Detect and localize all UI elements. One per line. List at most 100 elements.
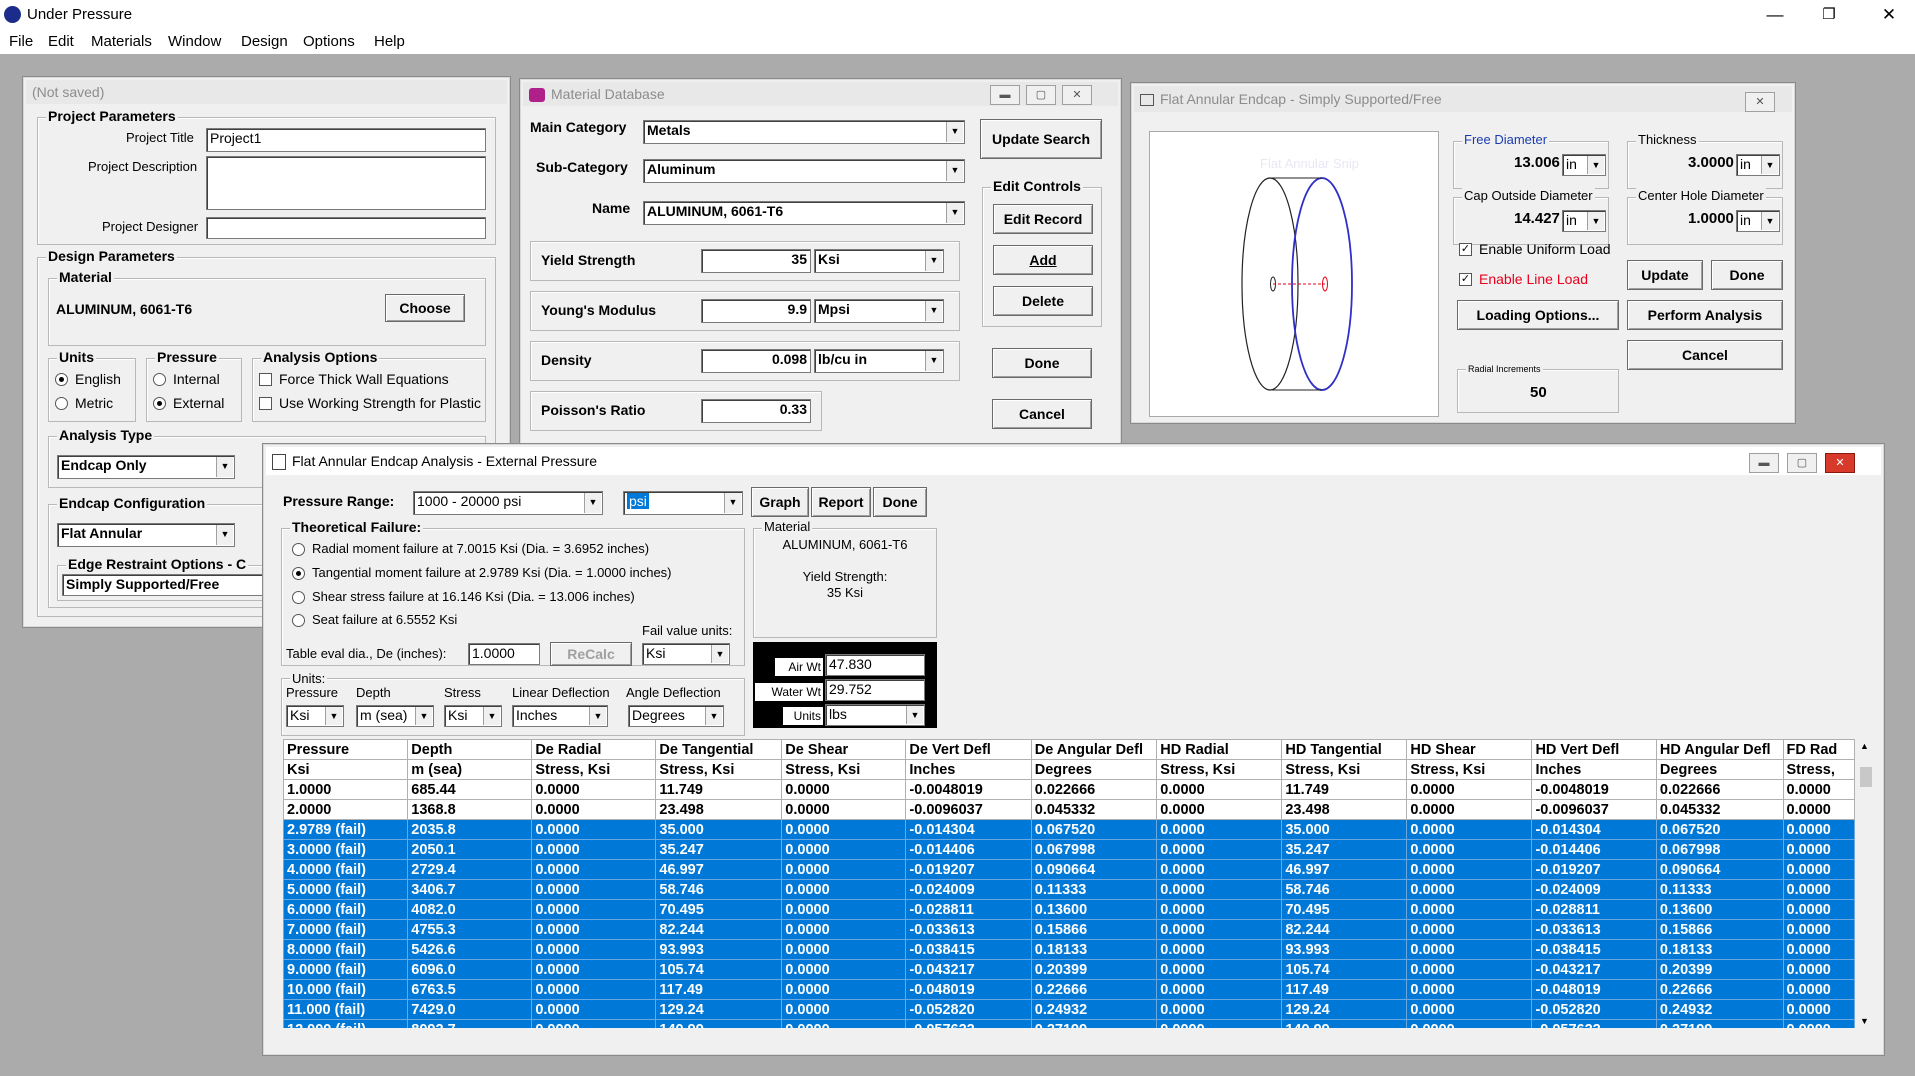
restore-icon[interactable]: ❐ [1806,2,1852,28]
project-description-input[interactable] [206,156,486,210]
menu-window[interactable]: Window [168,33,221,50]
maximize-icon[interactable]: ▢ [1787,453,1817,473]
matdb-cancel-button[interactable]: Cancel [992,399,1092,429]
yield-unit-select[interactable]: Ksi ▼ [814,249,944,273]
use-working-strength-checkbox[interactable] [259,397,272,410]
project-designer-input[interactable] [206,217,486,239]
close-icon[interactable]: ✕ [1062,85,1092,105]
column-header[interactable]: Pressure [283,739,409,760]
close-icon[interactable]: ✕ [1745,92,1775,112]
unit-angle-select[interactable]: Degrees ▼ [628,705,724,727]
edge-restraint-value[interactable]: Simply Supported/Free [62,574,282,596]
table-row[interactable]: 6.0000 (fail) 4082.0 0.0000 70.495 0.0000 -0.… [283,899,1855,920]
unit-stress-select[interactable]: Ksi ▼ [444,705,502,727]
matdb-done-button[interactable]: Done [992,348,1092,378]
table-row[interactable]: 2.0000 1368.8 0.0000 23.498 0.0000 -0.0096037… [283,799,1855,820]
delete-button[interactable]: Delete [993,286,1093,316]
loading-options-button[interactable]: Loading Options... [1457,300,1619,330]
tangential-failure-radio[interactable] [292,567,305,580]
center-hole-value[interactable]: 1.0000 [1688,210,1734,227]
choose-material-button[interactable]: Choose [385,294,465,322]
table-row[interactable]: 2.9789 (fail) 2035.8 0.0000 35.000 0.0000 -0.… [283,819,1855,840]
unit-pressure-select[interactable]: Ksi ▼ [286,705,344,727]
material-name-select[interactable]: ALUMINUM, 6061-T6 ▼ [643,201,965,225]
minimize-icon[interactable]: ▬ [990,85,1020,105]
analysis-done-button[interactable]: Done [873,487,927,517]
cap-od-value[interactable]: 14.427 [1514,210,1560,227]
cap-od-unit-select[interactable]: in ▼ [1562,210,1606,232]
endcap-done-button[interactable]: Done [1711,260,1783,290]
endcap-cancel-button[interactable]: Cancel [1627,340,1783,370]
column-header[interactable]: De Vert Defl [905,739,1032,760]
column-header[interactable]: De Angular Defl [1030,739,1158,760]
seat-failure-radio[interactable] [292,614,305,627]
youngs-modulus-input[interactable]: 9.9 [701,299,811,323]
menu-materials[interactable]: Materials [91,33,152,50]
column-header[interactable]: HD Shear [1406,739,1533,760]
metric-radio[interactable] [55,397,68,410]
update-button[interactable]: Update [1627,260,1703,290]
eval-dia-input[interactable]: 1.0000 [468,643,540,665]
pressure-range-select[interactable]: 1000 - 20000 psi ▼ [413,491,603,515]
endcap-config-select[interactable]: Flat Annular ▼ [57,523,235,547]
density-input[interactable]: 0.098 [701,349,811,373]
youngs-unit-select[interactable]: Mpsi ▼ [814,299,944,323]
table-row[interactable]: 8.0000 (fail) 5426.6 0.0000 93.993 0.0000 -0.… [283,939,1855,960]
project-title-input[interactable]: Project1 [206,128,486,152]
menu-options[interactable]: Options [303,33,355,50]
scroll-thumb[interactable] [1860,767,1872,787]
perform-analysis-button[interactable]: Perform Analysis [1627,300,1783,330]
column-header[interactable]: HD Radial [1156,739,1283,760]
results-grid[interactable]: Pressure Depth De Radial De Tangential De Sh… [283,739,1855,1028]
radial-failure-radio[interactable] [292,543,305,556]
column-header[interactable]: De Radial [531,739,657,760]
main-category-select[interactable]: Metals ▼ [643,120,965,144]
density-unit-select[interactable]: lb/cu in ▼ [814,349,944,373]
unit-linear-select[interactable]: Inches ▼ [512,705,608,727]
table-row[interactable]: 5.0000 (fail) 3406.7 0.0000 58.746 0.0000 -0.… [283,879,1855,900]
yield-strength-input[interactable]: 35 [701,249,811,273]
table-row[interactable]: 10.000 (fail) 6763.5 0.0000 117.49 0.0000 -0.… [283,979,1855,1000]
table-row[interactable]: 1.0000 685.44 0.0000 11.749 0.0000 -0.0048019… [283,779,1855,800]
table-row[interactable]: 9.0000 (fail) 6096.0 0.0000 105.74 0.0000 -0.… [283,959,1855,980]
menu-help[interactable]: Help [374,33,405,50]
column-header[interactable]: Depth [407,739,533,760]
free-diameter-value[interactable]: 13.006 [1514,154,1560,171]
scroll-down-icon[interactable]: ▼ [1860,1016,1869,1026]
analysis-type-select[interactable]: Endcap Only ▼ [57,455,235,479]
recalc-button[interactable]: ReCalc [550,642,632,666]
close-icon[interactable]: ✕ [1825,453,1855,473]
pressure-unit-select[interactable]: psi ▼ [623,491,743,515]
table-row[interactable]: 12.000 (fail)8092.70.0000140.990.0000-0.… [283,1019,1855,1028]
enable-line-load-checkbox[interactable]: ✓ [1459,273,1472,286]
table-row[interactable]: 3.0000 (fail) 2050.1 0.0000 35.247 0.0000 -0.… [283,839,1855,860]
grid-scrollbar[interactable]: ▲ ▼ [1858,739,1874,1028]
radial-increments-value[interactable]: 50 [1530,384,1547,401]
enable-uniform-load-checkbox[interactable]: ✓ [1459,243,1472,256]
fail-units-select[interactable]: Ksi ▼ [642,643,730,665]
table-row[interactable]: 7.0000 (fail) 4755.3 0.0000 82.244 0.0000 -0.… [283,919,1855,940]
force-thick-wall-checkbox[interactable] [259,373,272,386]
weight-units-select[interactable]: lbs ▼ [825,704,925,726]
column-header[interactable]: HD Angular Defl [1655,739,1784,760]
internal-radio[interactable] [153,373,166,386]
table-row[interactable]: 4.0000 (fail) 2729.4 0.0000 46.997 0.0000 -0.… [283,859,1855,880]
poissons-ratio-input[interactable]: 0.33 [701,399,811,423]
column-header[interactable]: HD Vert Defl [1531,739,1657,760]
center-hole-unit-select[interactable]: in ▼ [1736,210,1780,232]
menu-file[interactable]: File [9,33,33,50]
minimize-icon[interactable]: — [1752,2,1798,28]
report-button[interactable]: Report [811,487,871,517]
minimize-icon[interactable]: ▬ [1749,453,1779,473]
column-header[interactable]: FD Rad [1782,739,1855,760]
menu-design[interactable]: Design [241,33,288,50]
update-search-button[interactable]: Update Search [980,119,1102,159]
column-header[interactable]: HD Tangential [1281,739,1408,760]
thickness-unit-select[interactable]: in ▼ [1736,154,1780,176]
scroll-up-icon[interactable]: ▲ [1860,741,1869,751]
table-row[interactable]: 11.000 (fail) 7429.0 0.0000 129.24 0.0000 -0.… [283,999,1855,1020]
free-diameter-unit-select[interactable]: in ▼ [1562,154,1606,176]
graph-button[interactable]: Graph [751,487,809,517]
column-header[interactable]: De Shear [781,739,907,760]
add-button[interactable]: Add [993,245,1093,275]
